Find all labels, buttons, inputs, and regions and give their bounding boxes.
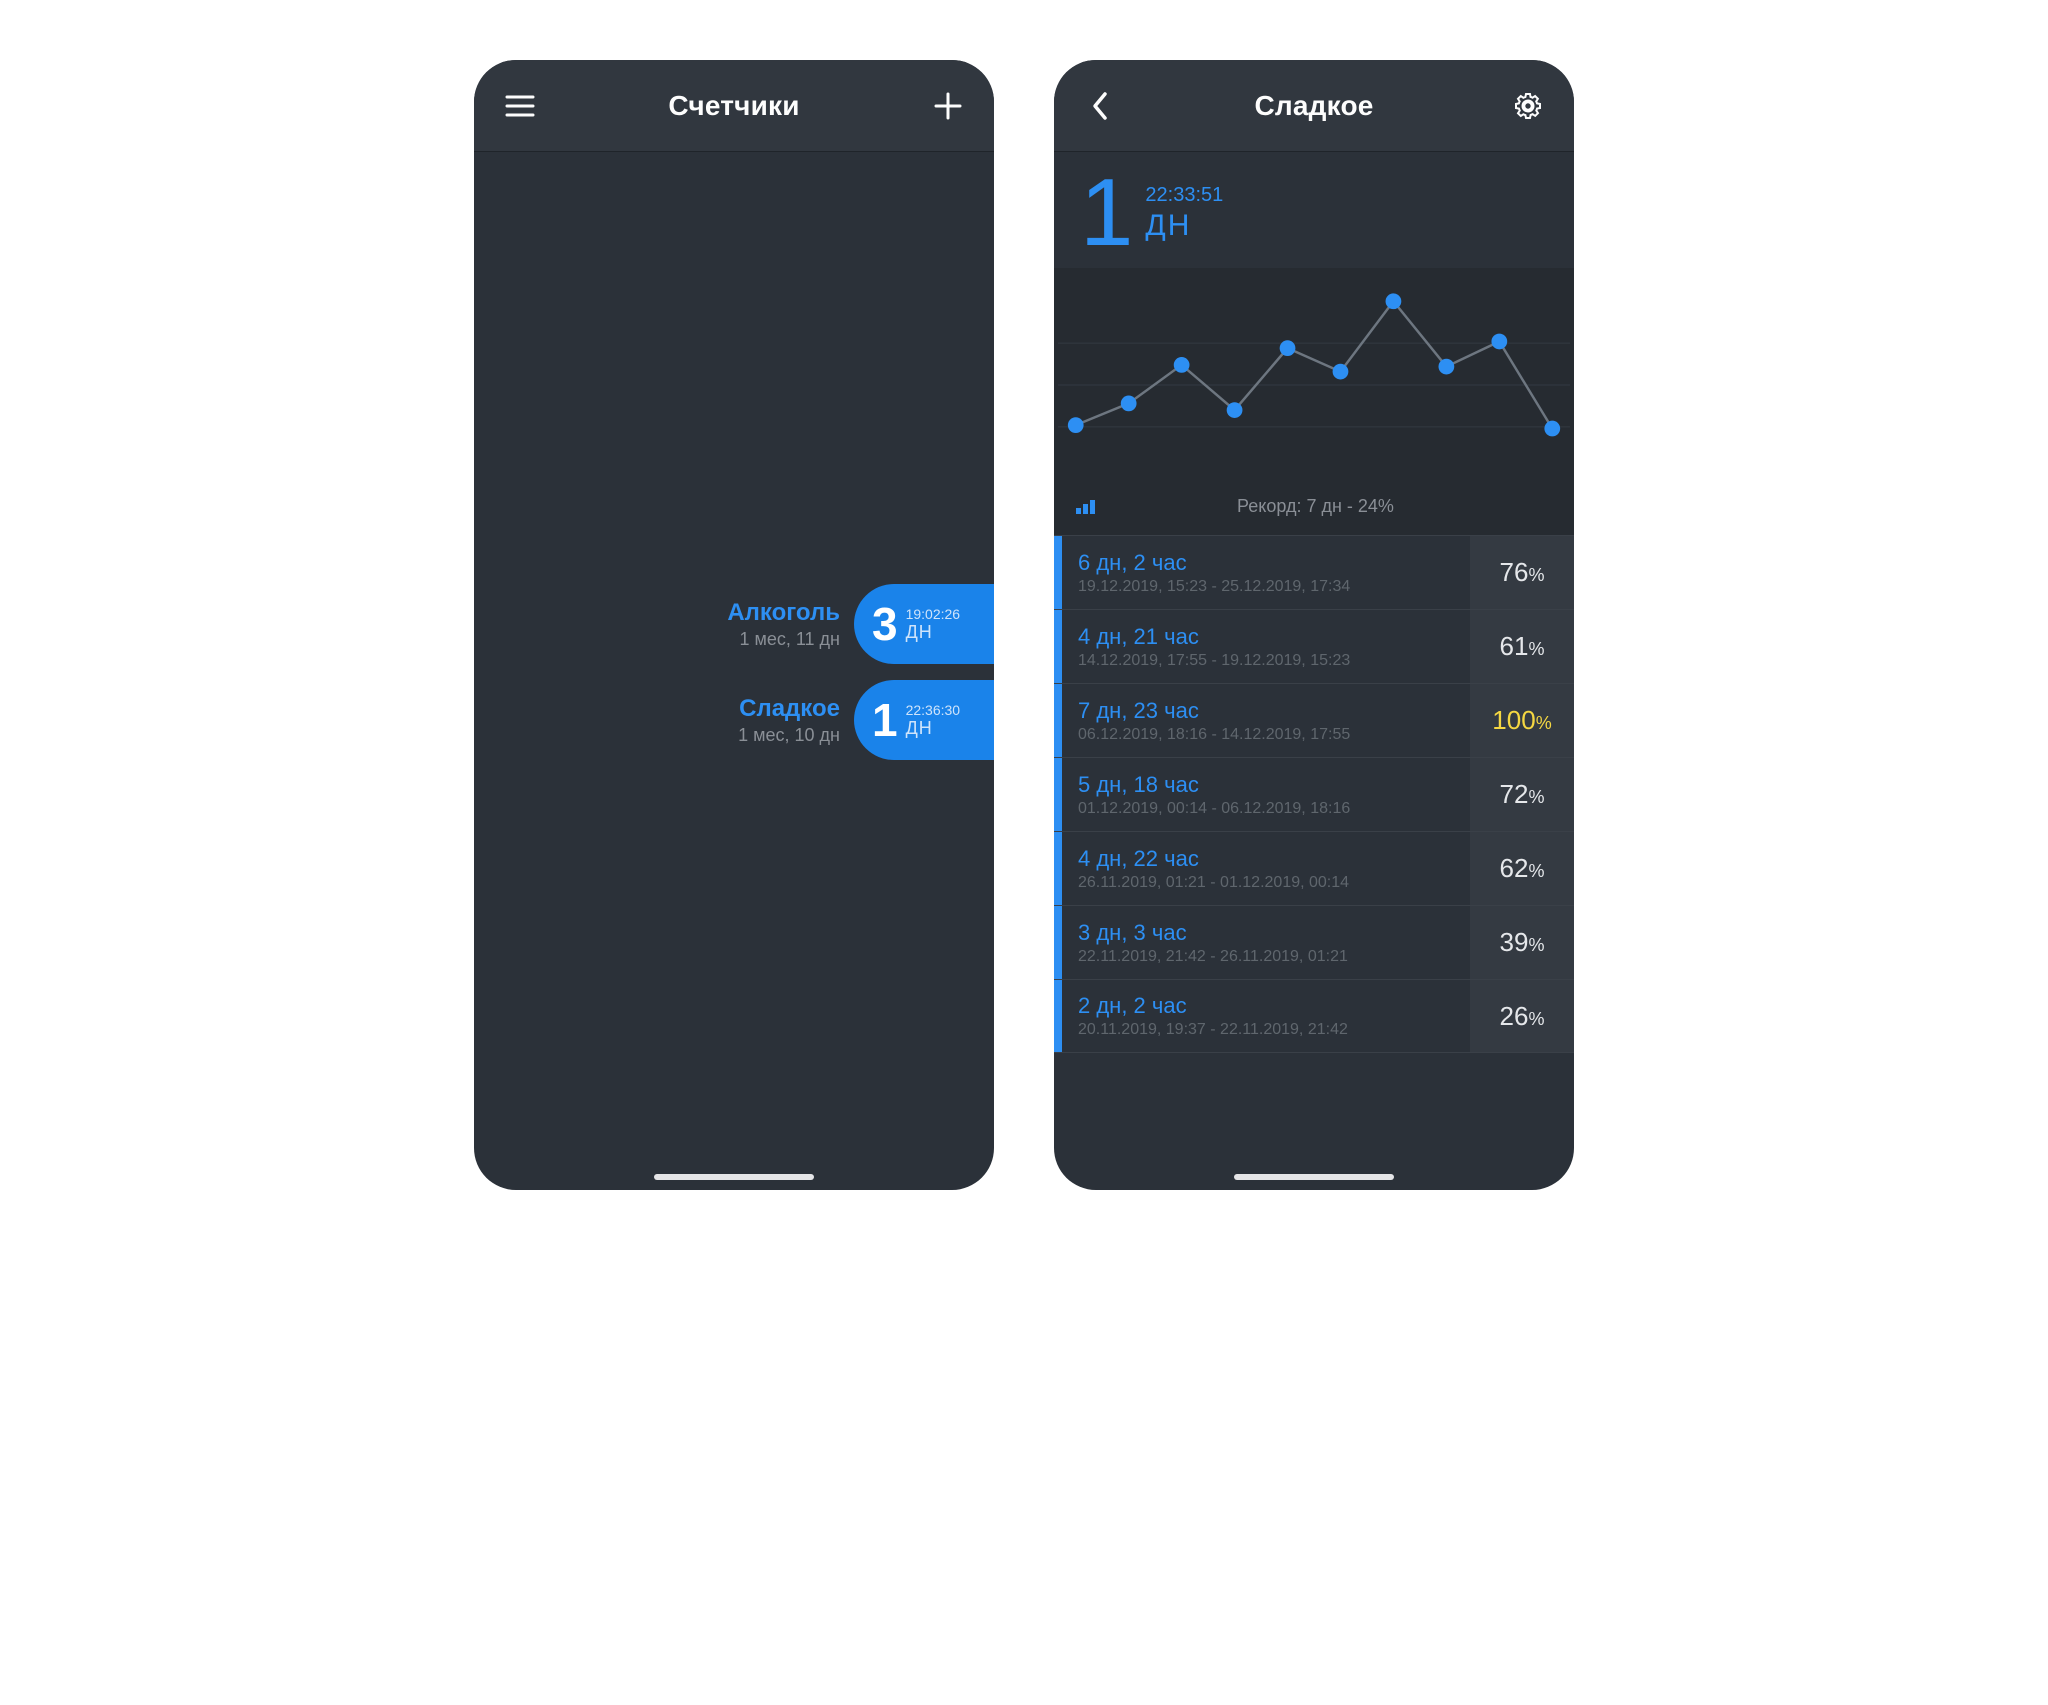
header: Счетчики: [474, 60, 994, 152]
history-duration: 5 дн, 18 час: [1078, 772, 1454, 798]
counter-age: 1 мес, 11 дн: [727, 629, 840, 650]
add-icon[interactable]: [926, 84, 970, 128]
history-range: 26.11.2019, 01:21 - 01.12.2019, 00:14: [1078, 874, 1454, 892]
history-accent-bar: [1054, 758, 1062, 831]
history-pct-wrap: 61%: [1470, 610, 1574, 683]
history-row[interactable]: 4 дн, 21 час 14.12.2019, 17:55 - 19.12.20…: [1054, 609, 1574, 683]
history-pct: 62%: [1500, 853, 1545, 884]
history-duration: 6 дн, 2 час: [1078, 550, 1454, 576]
history-row[interactable]: 7 дн, 23 час 06.12.2019, 18:16 - 14.12.20…: [1054, 683, 1574, 757]
history-accent-bar: [1054, 610, 1062, 683]
gear-icon[interactable]: [1506, 84, 1550, 128]
phone-detail: Сладкое 1 22:33:51 ДН Рекорд: 7 дн - 24%…: [1054, 60, 1574, 1190]
streak-unit: ДН: [1145, 209, 1223, 243]
history-row[interactable]: 6 дн, 2 час 19.12.2019, 15:23 - 25.12.201…: [1054, 535, 1574, 609]
menu-icon[interactable]: [498, 84, 542, 128]
history-main: 4 дн, 21 час 14.12.2019, 17:55 - 19.12.20…: [1062, 610, 1470, 683]
history-accent-bar: [1054, 906, 1062, 979]
history-main: 6 дн, 2 час 19.12.2019, 15:23 - 25.12.201…: [1062, 536, 1470, 609]
counter-label: Сладкое1 мес, 10 дн: [738, 695, 840, 746]
pill-unit: ДН: [906, 622, 961, 643]
history-duration: 2 дн, 2 час: [1078, 993, 1454, 1019]
history-pct-wrap: 39%: [1470, 906, 1574, 979]
back-icon[interactable]: [1078, 84, 1122, 128]
history-range: 19.12.2019, 15:23 - 25.12.2019, 17:34: [1078, 578, 1454, 596]
pill-number: 3: [872, 601, 898, 647]
detail-content: 1 22:33:51 ДН Рекорд: 7 дн - 24% 6 дн, 2…: [1054, 152, 1574, 1190]
history-row[interactable]: 2 дн, 2 час 20.11.2019, 19:37 - 22.11.201…: [1054, 979, 1574, 1053]
history-accent-bar: [1054, 832, 1062, 905]
history-main: 2 дн, 2 час 20.11.2019, 19:37 - 22.11.201…: [1062, 980, 1470, 1052]
counter-name: Сладкое: [738, 695, 840, 723]
page-title: Сладкое: [1254, 90, 1373, 122]
history-range: 20.11.2019, 19:37 - 22.11.2019, 21:42: [1078, 1021, 1454, 1039]
history-row[interactable]: 4 дн, 22 час 26.11.2019, 01:21 - 01.12.20…: [1054, 831, 1574, 905]
history-pct-wrap: 26%: [1470, 980, 1574, 1052]
history-duration: 7 дн, 23 час: [1078, 698, 1454, 724]
counter-row[interactable]: Сладкое1 мес, 10 дн 1 22:36:30ДН: [474, 678, 994, 762]
page-title: Счетчики: [668, 90, 799, 122]
phone-counters: Счетчики Алкоголь1 мес, 11 дн319:02:26ДН…: [474, 60, 994, 1190]
history-accent-bar: [1054, 980, 1062, 1052]
history-row[interactable]: 5 дн, 18 час 01.12.2019, 00:14 - 06.12.20…: [1054, 757, 1574, 831]
chart-panel: Рекорд: 7 дн - 24%: [1054, 268, 1574, 535]
history-duration: 4 дн, 21 час: [1078, 624, 1454, 650]
history-duration: 3 дн, 3 час: [1078, 920, 1454, 946]
history-pct-wrap: 100%: [1470, 684, 1574, 757]
history-pct: 100%: [1492, 705, 1551, 736]
history-range: 01.12.2019, 00:14 - 06.12.2019, 18:16: [1078, 800, 1454, 818]
counter-pill: 1 22:36:30ДН: [854, 680, 994, 760]
history-row[interactable]: 3 дн, 3 час 22.11.2019, 21:42 - 26.11.201…: [1054, 905, 1574, 979]
history-pct: 39%: [1500, 927, 1545, 958]
history-accent-bar: [1054, 684, 1062, 757]
streak-chart[interactable]: [1058, 280, 1570, 490]
history-main: 3 дн, 3 час 22.11.2019, 21:42 - 26.11.201…: [1062, 906, 1470, 979]
history-pct-wrap: 72%: [1470, 758, 1574, 831]
history-pct: 76%: [1500, 557, 1545, 588]
pill-unit: ДН: [906, 718, 961, 739]
history-pct: 26%: [1500, 1001, 1545, 1032]
history-range: 14.12.2019, 17:55 - 19.12.2019, 15:23: [1078, 652, 1454, 670]
history-pct-wrap: 62%: [1470, 832, 1574, 905]
history-range: 06.12.2019, 18:16 - 14.12.2019, 17:55: [1078, 726, 1454, 744]
header: Сладкое: [1054, 60, 1574, 152]
current-streak: 1 22:33:51 ДН: [1054, 152, 1574, 268]
history-accent-bar: [1054, 536, 1062, 609]
streak-time: 22:33:51: [1145, 184, 1223, 207]
home-indicator: [1234, 1174, 1394, 1180]
history-range: 22.11.2019, 21:42 - 26.11.2019, 01:21: [1078, 948, 1454, 966]
history-pct: 72%: [1500, 779, 1545, 810]
pill-number: 1: [872, 697, 898, 743]
counter-row[interactable]: Алкоголь1 мес, 11 дн 3 19:02:26ДН: [474, 582, 994, 666]
history-pct: 61%: [1500, 631, 1545, 662]
history-main: 5 дн, 18 час 01.12.2019, 00:14 - 06.12.20…: [1062, 758, 1470, 831]
pill-time: 22:36:30: [906, 702, 961, 718]
home-indicator: [654, 1174, 814, 1180]
counters-list: Алкоголь1 мес, 11 дн319:02:26ДНСладкое1 …: [474, 152, 994, 1190]
record-label: Рекорд: 7 дн - 24%: [1079, 496, 1552, 517]
history-pct-wrap: 76%: [1470, 536, 1574, 609]
counter-pill: 3 19:02:26ДН: [854, 584, 994, 664]
counter-name: Алкоголь: [727, 599, 840, 627]
history-main: 4 дн, 22 час 26.11.2019, 01:21 - 01.12.20…: [1062, 832, 1470, 905]
history-main: 7 дн, 23 час 06.12.2019, 18:16 - 14.12.20…: [1062, 684, 1470, 757]
pill-time: 19:02:26: [906, 606, 961, 622]
counter-age: 1 мес, 10 дн: [738, 725, 840, 746]
history-duration: 4 дн, 22 час: [1078, 846, 1454, 872]
counter-label: Алкоголь1 мес, 11 дн: [727, 599, 840, 650]
streak-number: 1: [1080, 170, 1133, 256]
history-list: 6 дн, 2 час 19.12.2019, 15:23 - 25.12.201…: [1054, 535, 1574, 1053]
